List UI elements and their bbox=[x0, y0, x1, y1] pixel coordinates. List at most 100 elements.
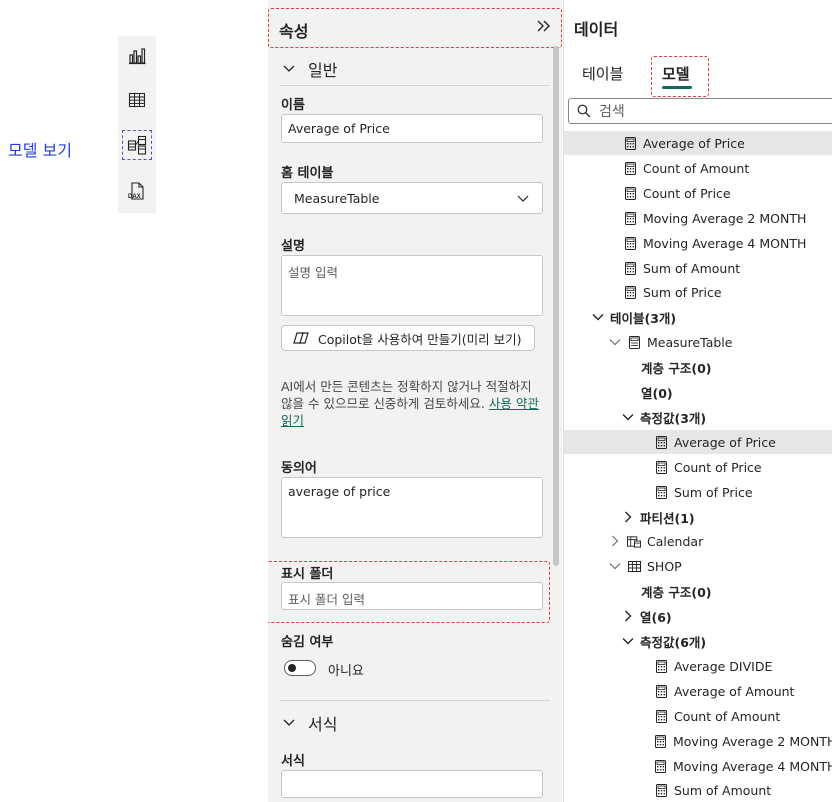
chevron-down-icon[interactable] bbox=[621, 634, 635, 648]
tree-item[interactable]: 측정값(6개) bbox=[564, 629, 832, 653]
synonyms-label: 동의어 bbox=[281, 461, 317, 476]
chevron-down-icon bbox=[283, 719, 295, 726]
chevron-down-icon[interactable] bbox=[608, 335, 622, 349]
table-view-button[interactable] bbox=[122, 85, 152, 115]
calculator-icon bbox=[654, 709, 668, 723]
tree-item[interactable]: Count of Amount bbox=[564, 156, 832, 180]
calendar-table-icon bbox=[627, 534, 641, 548]
tree-item-label: Sum of Price bbox=[643, 284, 722, 300]
tree-item[interactable]: Moving Average 2 MONTH bbox=[564, 206, 832, 230]
tree-item-label: SHOP bbox=[647, 558, 682, 574]
tree-item-label: MeasureTable bbox=[647, 334, 733, 350]
tab-tables[interactable]: 테이블 bbox=[582, 63, 623, 84]
tree-item-label: 측정값(3개) bbox=[640, 410, 707, 426]
tree-item-label: Moving Average 4 MONTH bbox=[673, 758, 832, 774]
dax-query-view-icon: DAX bbox=[128, 182, 144, 200]
chevron-down-icon[interactable] bbox=[608, 559, 622, 573]
synonyms-field[interactable]: average of price bbox=[281, 477, 543, 538]
tree-item-label: 열(0) bbox=[641, 385, 673, 401]
calculator-icon bbox=[623, 161, 637, 175]
calculator-icon bbox=[654, 734, 667, 748]
chevron-down-icon[interactable] bbox=[591, 310, 605, 324]
tree-item[interactable]: 계층 구조(0) bbox=[564, 355, 832, 379]
tree-item[interactable]: SHOP bbox=[564, 554, 832, 578]
tree-item[interactable]: 열(0) bbox=[564, 380, 832, 404]
display-folder-field[interactable]: 표시 폴더 입력 bbox=[281, 582, 543, 610]
chevron-right-icon[interactable] bbox=[621, 510, 635, 524]
tree-item-label: 계층 구조(0) bbox=[641, 584, 712, 600]
properties-scrollbar[interactable] bbox=[553, 46, 559, 566]
tree-item[interactable]: Count of Price bbox=[564, 181, 832, 205]
collapse-pane-button[interactable] bbox=[535, 16, 553, 36]
tree-item[interactable]: Calendar bbox=[564, 529, 832, 553]
tree-item-label: Sum of Amount bbox=[674, 782, 772, 798]
calculator-icon bbox=[654, 435, 668, 449]
tab-model[interactable]: 모델 bbox=[662, 63, 690, 84]
tree-item[interactable]: MeasureTable bbox=[564, 330, 832, 354]
chevron-right-icon[interactable] bbox=[621, 609, 635, 623]
calculator-icon bbox=[654, 759, 667, 773]
tree-item-label: Average DIVIDE bbox=[674, 658, 773, 674]
hidden-toggle[interactable] bbox=[284, 660, 316, 676]
copilot-create-button[interactable]: Copilot을 사용하여 만들기(미리 보기) bbox=[281, 325, 535, 351]
tree-item[interactable]: 파티션(1) bbox=[564, 505, 832, 529]
tree-item[interactable]: Moving Average 4 MONTH bbox=[564, 754, 832, 778]
home-table-select[interactable]: MeasureTable bbox=[281, 182, 543, 214]
tree-item[interactable]: Sum of Amount bbox=[564, 778, 832, 802]
tree-item-label: Sum of Amount bbox=[643, 260, 741, 276]
tree-item[interactable]: Average DIVIDE bbox=[564, 654, 832, 678]
tree-item[interactable]: Average of Amount bbox=[564, 679, 832, 703]
report-view-icon bbox=[129, 48, 146, 65]
tree-item-label: Count of Price bbox=[674, 459, 762, 475]
tree-item[interactable]: 테이블(3개) bbox=[564, 305, 832, 329]
calculator-icon bbox=[623, 236, 637, 250]
chevron-right-icon[interactable] bbox=[608, 534, 622, 548]
calculator-icon bbox=[654, 783, 668, 797]
tree-item[interactable]: Average of Price bbox=[564, 430, 832, 454]
table-icon bbox=[627, 559, 641, 573]
tree-item[interactable]: Count of Amount bbox=[564, 704, 832, 728]
search-placeholder: 검색 bbox=[599, 104, 625, 120]
table-view-icon bbox=[128, 92, 146, 108]
copilot-icon bbox=[293, 332, 309, 344]
format-section-toggle[interactable]: 서식 bbox=[282, 711, 337, 735]
dax-query-view-button[interactable]: DAX bbox=[122, 176, 152, 206]
tree-item[interactable]: Average of Price bbox=[564, 131, 832, 155]
name-field[interactable]: Average of Price bbox=[281, 114, 543, 143]
model-view-button[interactable] bbox=[122, 130, 152, 160]
tree-item[interactable]: Sum of Amount bbox=[564, 256, 832, 280]
data-pane: 데이터 테이블 모델 검색 Average of Price Count of A… bbox=[563, 0, 832, 802]
search-icon bbox=[577, 104, 591, 118]
model-view-icon bbox=[127, 135, 147, 155]
report-view-button[interactable] bbox=[122, 41, 152, 71]
tree-item[interactable]: 열(6) bbox=[564, 604, 832, 628]
tree-item[interactable]: 계층 구조(0) bbox=[564, 579, 832, 603]
tree-item-label: Moving Average 2 MONTH bbox=[673, 733, 832, 749]
calculator-icon bbox=[623, 261, 637, 275]
active-tab-indicator bbox=[662, 86, 692, 89]
tree-item[interactable]: Sum of Price bbox=[564, 480, 832, 504]
tree-item[interactable]: Count of Price bbox=[564, 455, 832, 479]
description-field[interactable]: 설명 입력 bbox=[281, 255, 543, 316]
model-view-annotation-label: 모델 보기 bbox=[8, 141, 72, 160]
tree-item-label: Average of Amount bbox=[674, 683, 795, 699]
tree-item-label: 테이블(3개) bbox=[610, 310, 677, 326]
format-label: 서식 bbox=[281, 754, 305, 769]
measure-table-icon bbox=[627, 335, 641, 349]
tree-item[interactable]: Moving Average 2 MONTH bbox=[564, 729, 832, 753]
calculator-icon bbox=[623, 136, 637, 150]
format-select[interactable] bbox=[281, 770, 543, 798]
tree-item-label: Calendar bbox=[647, 533, 704, 549]
chevron-down-icon[interactable] bbox=[621, 410, 635, 424]
tree-item[interactable]: Sum of Price bbox=[564, 280, 832, 304]
calculator-icon bbox=[623, 186, 637, 200]
general-section-toggle[interactable]: 일반 bbox=[282, 57, 337, 81]
tree-item[interactable]: Moving Average 4 MONTH bbox=[564, 231, 832, 255]
chevron-down-icon bbox=[283, 65, 295, 72]
copilot-button-label: Copilot을 사용하여 만들기(미리 보기) bbox=[318, 331, 522, 347]
format-section-label: 서식 bbox=[308, 715, 338, 734]
name-label: 이름 bbox=[281, 98, 305, 113]
tree-item[interactable]: 측정값(3개) bbox=[564, 405, 832, 429]
home-table-value: MeasureTable bbox=[294, 190, 380, 206]
search-input[interactable]: 검색 bbox=[568, 98, 832, 124]
